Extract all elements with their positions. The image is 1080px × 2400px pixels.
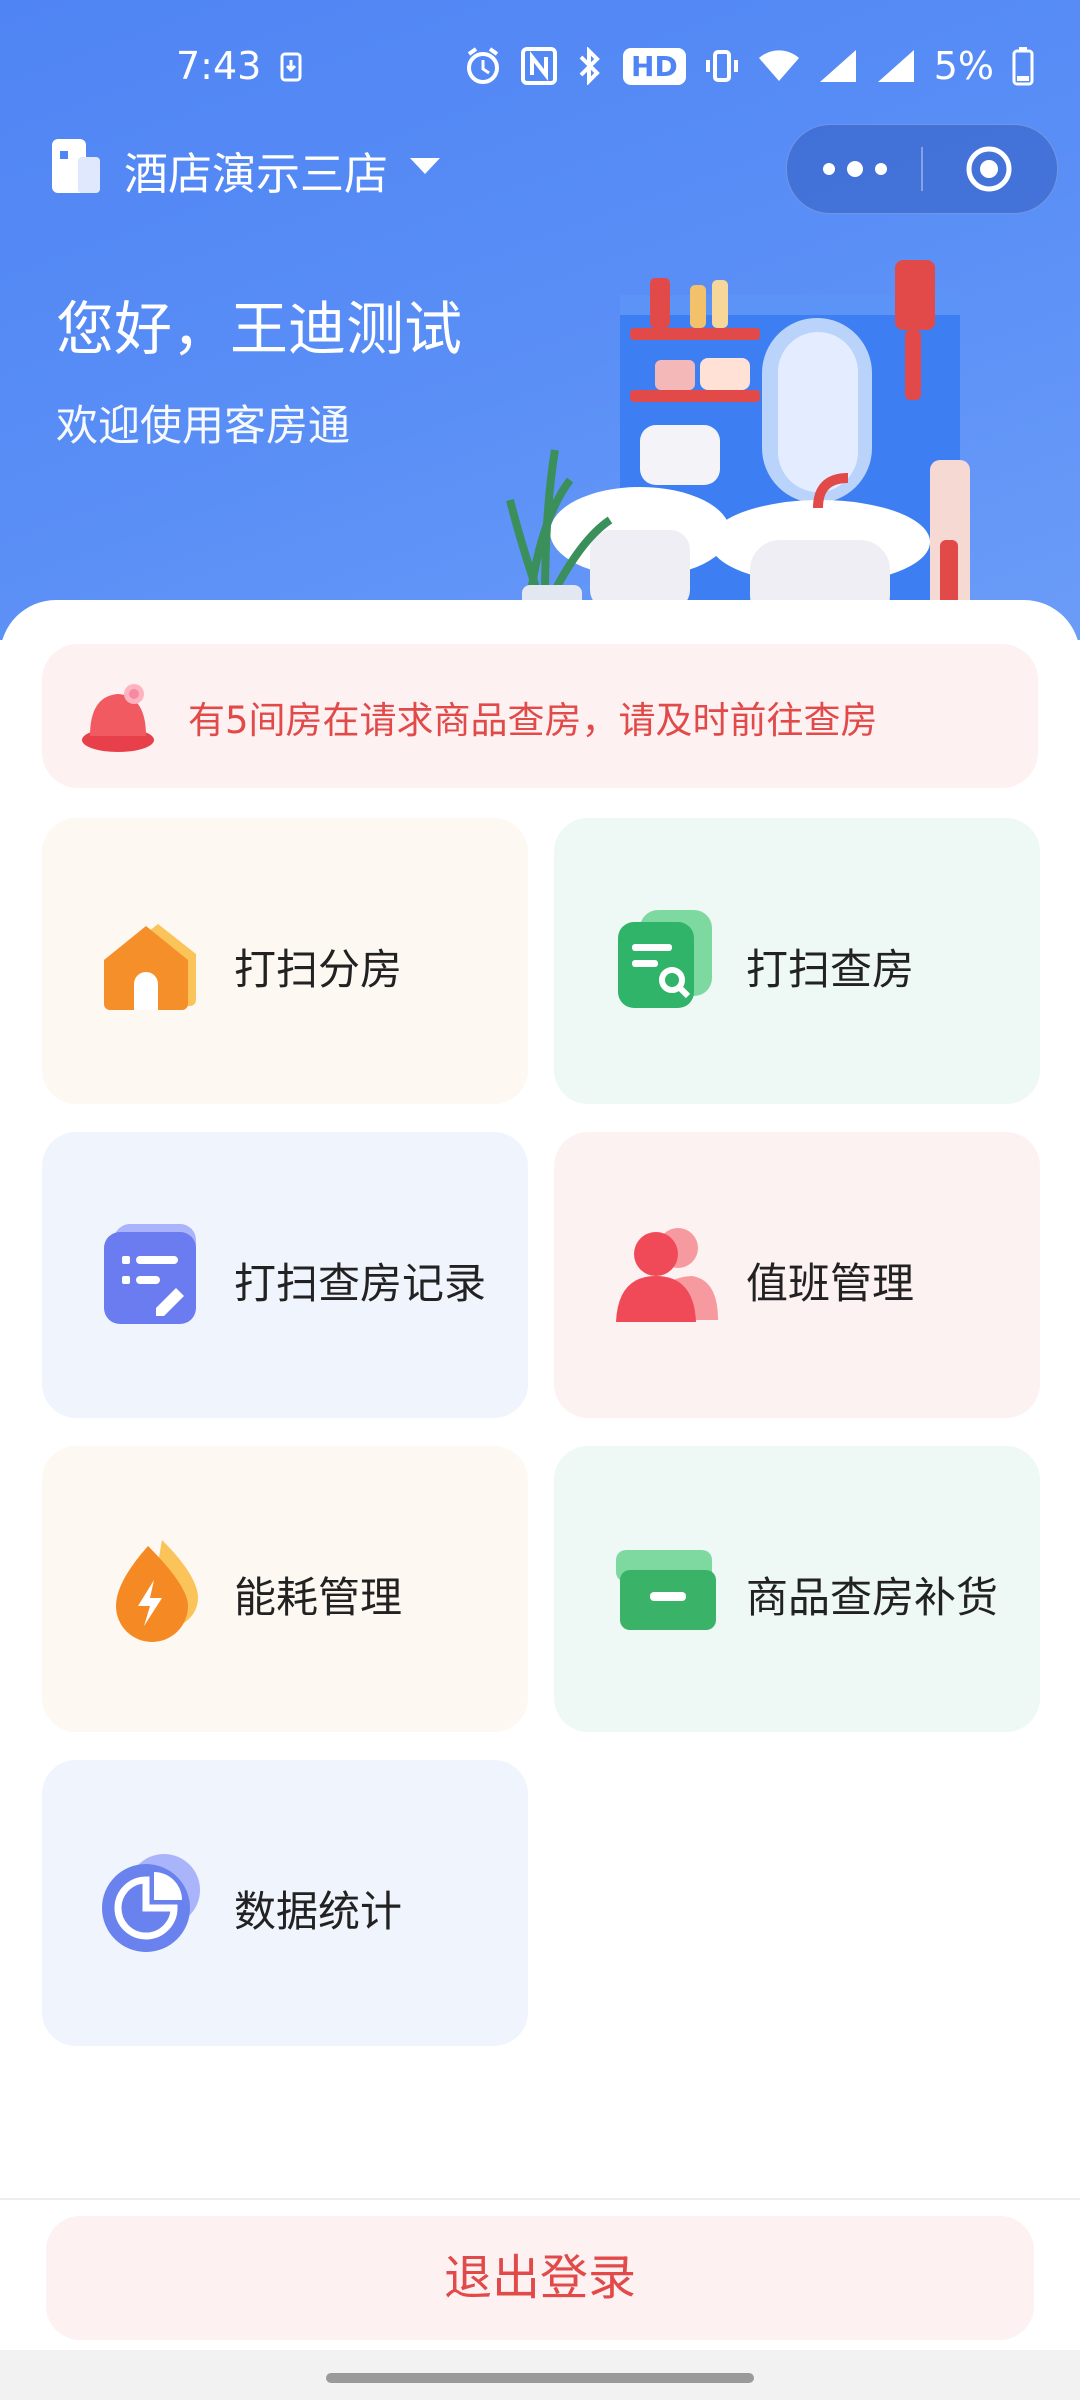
notice-banner[interactable]: 有5间房在请求商品查房，请及时前往查房 [42, 644, 1038, 788]
status-time: 7:43 [176, 44, 262, 88]
mini-program-capsule [786, 124, 1058, 214]
hd-voice-badge: HD [623, 47, 686, 85]
menu-tile-label: 打扫查房记录 [234, 1259, 487, 1308]
pie-chart-icon [100, 1850, 206, 1956]
users-icon [612, 1222, 718, 1328]
top-bar: 酒店演示三店 [0, 124, 1080, 214]
chevron-down-icon[interactable] [410, 158, 440, 174]
footer-bar: 退出登录 [0, 2198, 1080, 2352]
battery-percent: 5% [933, 44, 994, 88]
nfc-icon [521, 47, 558, 85]
menu-tile-clean-inspect[interactable]: 打扫查房 [554, 818, 1040, 1104]
notice-text: 有5间房在请求商品查房，请及时前往查房 [188, 699, 878, 742]
logout-button[interactable]: 退出登录 [46, 2216, 1034, 2340]
battery-icon [1012, 46, 1034, 86]
building-icon [48, 135, 104, 197]
menu-tile-label: 商品查房补货 [746, 1573, 999, 1622]
menu-tile-duty[interactable]: 值班管理 [554, 1132, 1040, 1418]
menu-tile-inspect-records[interactable]: 打扫查房记录 [42, 1132, 528, 1418]
signal-4g-icon [818, 48, 858, 84]
bell-alert-icon [76, 678, 158, 756]
energy-drop-icon [100, 1536, 206, 1642]
alarm-icon [463, 46, 503, 86]
more-menu-button[interactable] [823, 153, 887, 185]
notepad-edit-icon [100, 1222, 206, 1328]
bathroom-illustration [506, 260, 970, 640]
close-target-icon[interactable] [965, 145, 1013, 193]
download-icon [280, 52, 302, 82]
home-indicator[interactable] [326, 2373, 754, 2383]
menu-tile-label: 数据统计 [234, 1887, 403, 1936]
house-icon [100, 908, 206, 1014]
header-banner: 7:43 HD 5% 酒店演示三店 您好，王迪测试 欢迎使用客房通 [0, 0, 1080, 640]
wifi-icon [758, 49, 800, 83]
main-content: 有5间房在请求商品查房，请及时前往查房 打扫分房 打扫查房 打扫查房记录 值班管… [0, 600, 1080, 2200]
store-selector[interactable]: 酒店演示三店 [124, 138, 388, 202]
status-bar: 7:43 HD 5% [0, 0, 1080, 136]
menu-tile-label: 能耗管理 [234, 1573, 403, 1622]
bluetooth-icon [575, 47, 605, 85]
vibrate-icon [704, 48, 740, 84]
menu-tile-label: 值班管理 [746, 1259, 915, 1308]
menu-tile-statistics[interactable]: 数据统计 [42, 1760, 528, 2046]
document-search-icon [612, 908, 718, 1014]
menu-tile-label: 打扫查房 [746, 945, 915, 994]
menu-tile-energy[interactable]: 能耗管理 [42, 1446, 528, 1732]
menu-tile-label: 打扫分房 [234, 945, 403, 994]
box-icon [612, 1536, 718, 1642]
capsule-divider [921, 147, 923, 191]
menu-tile-restock[interactable]: 商品查房补货 [554, 1446, 1040, 1732]
menu-tile-clean-assign[interactable]: 打扫分房 [42, 818, 528, 1104]
signal-4g-icon-2 [876, 48, 916, 84]
welcome-subtitle: 欢迎使用客房通 [56, 401, 351, 450]
greeting-text: 您好，王迪测试 [56, 295, 463, 363]
